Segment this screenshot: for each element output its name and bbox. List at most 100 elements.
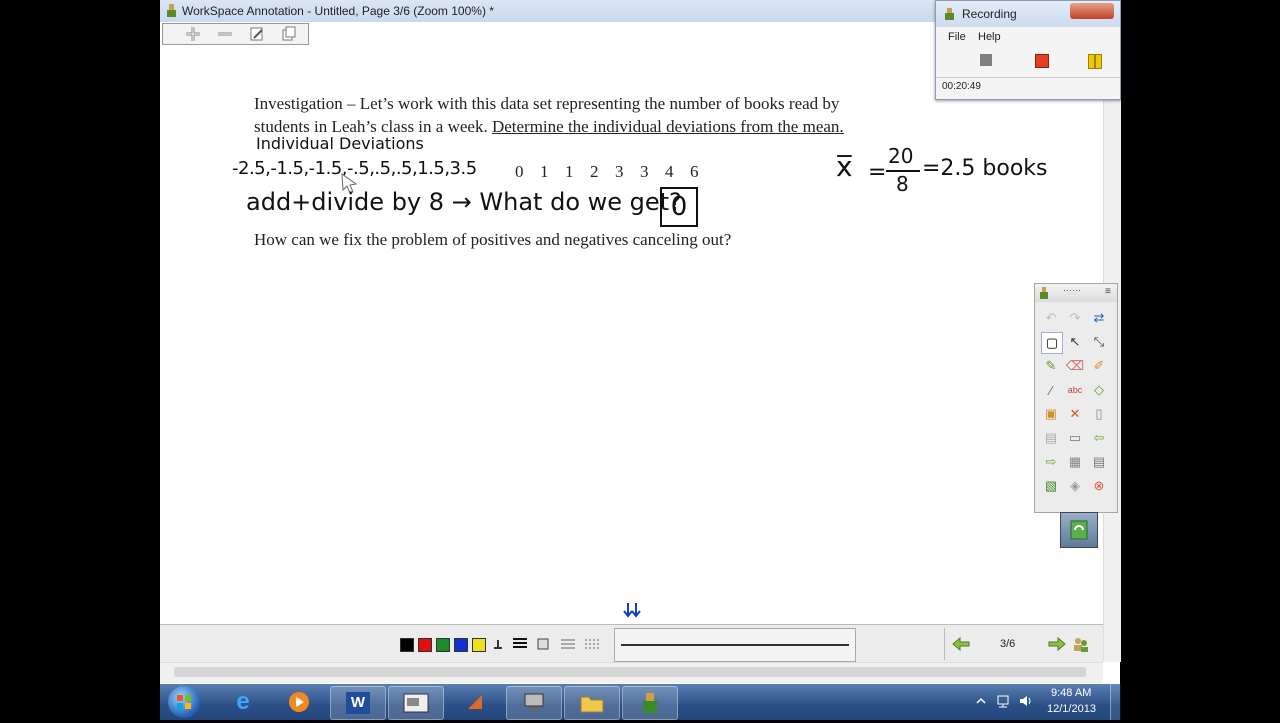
mean-symbol: x̅ <box>836 150 853 183</box>
blank-page-icon[interactable]: ▯ <box>1089 404 1109 424</box>
taskbar-word[interactable]: W <box>330 686 386 720</box>
users-icon[interactable] <box>1072 635 1090 653</box>
color-swatch-red[interactable] <box>418 638 432 652</box>
copy-page-button[interactable] <box>275 25 303 43</box>
show-hidden-icons-icon[interactable] <box>976 696 986 706</box>
color-swatch-green[interactable] <box>436 638 450 652</box>
undo-icon[interactable]: ↶ <box>1041 308 1061 328</box>
network-tray-icon[interactable] <box>996 694 1010 708</box>
horizontal-scroll-thumb[interactable] <box>174 667 1086 677</box>
delete-icon[interactable]: ✕ <box>1065 404 1085 424</box>
scroll-down-icon[interactable] <box>621 600 643 622</box>
text-tool-icon[interactable]: abc <box>1065 380 1085 400</box>
show-desktop-button[interactable] <box>1110 684 1121 720</box>
taskbar-recorder[interactable] <box>622 686 678 720</box>
fix-question: How can we fix the problem of positives … <box>254 230 732 249</box>
horizontal-scrollbar[interactable] <box>160 662 1103 683</box>
deviation-task: Determine the individual deviations from… <box>491 117 844 136</box>
menu-help[interactable]: Help <box>978 31 1001 43</box>
image-tool-icon[interactable]: ▣ <box>1041 404 1061 424</box>
eraser-icon[interactable]: ⌫ <box>1065 356 1085 376</box>
dash-style-icon[interactable] <box>584 637 600 651</box>
word-icon: W <box>346 692 370 714</box>
data-value: 0 <box>515 162 524 181</box>
pause-bar-left <box>1088 54 1095 69</box>
data-value: 2 <box>590 162 599 181</box>
recorder-icon <box>945 8 954 20</box>
pause-square-button[interactable] <box>980 54 992 66</box>
taskbar-workspace[interactable] <box>388 686 444 720</box>
close-circle-icon[interactable]: ⊗ <box>1089 476 1109 496</box>
previous-page-icon[interactable] <box>952 637 970 651</box>
forward-arrow-icon[interactable]: ⇨ <box>1041 452 1061 472</box>
palette-menu-icon[interactable]: ≡ <box>1105 286 1111 297</box>
pen-icon[interactable]: ✎ <box>1041 356 1061 376</box>
powerpoint-icon <box>468 695 482 709</box>
clock-date[interactable]: 12/1/2013 <box>1047 703 1096 715</box>
zoom-in-button[interactable] <box>179 25 207 43</box>
color-swatch-black[interactable] <box>400 638 414 652</box>
app-icon <box>167 4 176 17</box>
capture-icon[interactable]: ⇄ <box>1089 308 1109 328</box>
recycle-icon <box>1070 520 1088 540</box>
line-width-icon[interactable] <box>512 637 528 651</box>
plus-icon <box>186 27 200 41</box>
tool-palette: ······ ≡ ↶ ↷ ⇄ ▢ ↖ ⤡ ✎ ⌫ ✐ ⁄ abc ◇ ▣ ✕ ▯… <box>1034 283 1118 513</box>
next-page-icon[interactable] <box>1048 637 1066 651</box>
taskbar-media-player[interactable] <box>272 686 326 718</box>
window-title: WorkSpace Annotation - Untitled, Page 3/… <box>182 4 494 18</box>
shape-tool-icon[interactable]: ◇ <box>1089 380 1109 400</box>
toolbar-divider <box>944 628 945 660</box>
screen-capture-icon[interactable]: ▭ <box>1065 428 1085 448</box>
copy-icon <box>282 26 296 41</box>
taskbar-network[interactable] <box>506 686 562 720</box>
color-swatch-yellow[interactable] <box>472 638 486 652</box>
network-computer-icon <box>524 693 544 712</box>
back-arrow-icon[interactable]: ⇦ <box>1089 428 1109 448</box>
more-colors-icon[interactable] <box>492 637 508 651</box>
zoom-out-button[interactable] <box>211 25 239 43</box>
data-value: 1 <box>540 162 549 181</box>
start-button[interactable] <box>168 686 200 718</box>
document-icon[interactable]: ▤ <box>1041 428 1061 448</box>
highlighter-icon[interactable]: ✐ <box>1089 356 1109 376</box>
internet-explorer-icon: e <box>236 688 250 715</box>
table-icon[interactable]: ▦ <box>1065 452 1085 472</box>
minus-icon <box>218 32 232 36</box>
fill-icon[interactable] <box>536 637 552 651</box>
equals-sign: = <box>868 160 887 185</box>
color-swatch-blue[interactable] <box>454 638 468 652</box>
handwritten-answer-box: 0 <box>660 187 698 227</box>
gallery-icon[interactable]: ▧ <box>1041 476 1061 496</box>
clock-time[interactable]: 9:48 AM <box>1051 687 1091 699</box>
taskbar-internet-explorer[interactable]: e <box>216 686 270 718</box>
select-pointer-icon[interactable]: ↖ <box>1065 332 1085 352</box>
recycle-bin-button[interactable] <box>1060 512 1098 548</box>
pause-bar-right <box>1095 54 1102 69</box>
taskbar-powerpoint[interactable] <box>448 686 502 718</box>
link-icon[interactable]: ◈ <box>1065 476 1085 496</box>
investigation-line-1: Investigation – Let’s work with this dat… <box>254 94 840 113</box>
annotation-toolbar: 3/6 <box>160 624 1103 663</box>
zoom-toolbar <box>162 23 309 45</box>
close-button[interactable] <box>1070 3 1114 19</box>
stop-button[interactable] <box>1035 54 1049 68</box>
resize-icon[interactable]: ⤡ <box>1089 332 1109 352</box>
arrow-style-icon[interactable] <box>560 637 576 651</box>
menu-file[interactable]: File <box>948 31 966 43</box>
taskbar: e W 9:48 AM 12/1/2013 <box>160 684 1121 720</box>
data-set: 01123346 <box>515 162 715 182</box>
taskbar-explorer[interactable] <box>564 686 620 720</box>
line-tool-icon[interactable]: ⁄ <box>1041 380 1061 400</box>
save-icon[interactable]: ▤ <box>1089 452 1109 472</box>
workspace-icon <box>403 693 429 713</box>
redo-icon[interactable]: ↷ <box>1065 308 1085 328</box>
pencil-icon <box>250 27 263 41</box>
pause-button[interactable] <box>1088 54 1102 69</box>
volume-icon[interactable] <box>1018 694 1034 708</box>
page-icon[interactable]: ▢ <box>1041 332 1063 354</box>
edit-button[interactable] <box>243 25 271 43</box>
data-value: 3 <box>640 162 649 181</box>
line-preview[interactable] <box>614 628 856 662</box>
palette-grip[interactable]: ······ <box>1063 285 1081 295</box>
